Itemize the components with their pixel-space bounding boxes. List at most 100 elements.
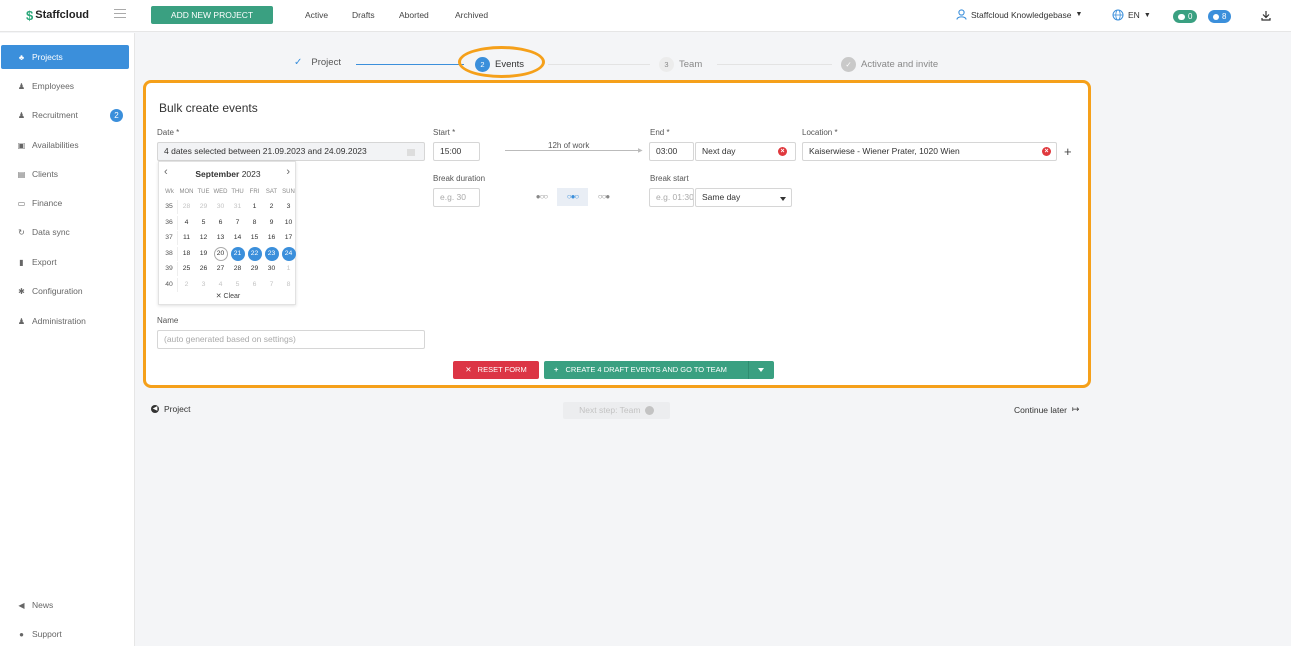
calendar-day[interactable]: 13 (212, 231, 229, 245)
user-menu[interactable]: Staffcloud Knowledgebase ▼ (956, 9, 1082, 20)
calendar-day[interactable]: 21 (230, 246, 245, 261)
calendar-day[interactable]: 9 (263, 216, 280, 230)
sidebar-item-export[interactable]: ▮ Export (1, 250, 129, 274)
break-toggle-middle[interactable]: ○●○ (557, 188, 588, 206)
add-location-icon[interactable]: + (1064, 144, 1072, 159)
sidebar-item-administration[interactable]: ♟ Administration (1, 309, 129, 333)
calendar-day[interactable]: 2 (178, 278, 195, 292)
nav-aborted[interactable]: Aborted (399, 10, 429, 20)
arrow-left-circle-icon: ◀ (151, 405, 159, 413)
hamburger-menu-icon[interactable] (114, 9, 126, 19)
break-toggle-end[interactable]: ○○● (588, 188, 619, 206)
download-icon[interactable] (1261, 10, 1271, 21)
calendar-day[interactable]: 30 (212, 200, 229, 214)
language-selector[interactable]: EN ▼ (1112, 9, 1151, 21)
calendar-day[interactable]: 28 (229, 262, 246, 276)
calendar-day[interactable]: 1 (280, 262, 297, 276)
calendar-day[interactable]: 6 (246, 278, 263, 292)
date-input[interactable]: 4 dates selected between 21.09.2023 and … (157, 142, 425, 161)
end-time-input[interactable]: 03:00 (649, 142, 694, 161)
add-new-project-button[interactable]: ADD NEW PROJECT (151, 6, 273, 24)
calendar-day[interactable]: 11 (178, 231, 195, 245)
calendar-day[interactable]: 17 (280, 231, 297, 245)
break-start-input[interactable]: e.g. 01:30 (649, 188, 694, 207)
calendar-day[interactable]: 27 (212, 262, 229, 276)
location-input[interactable]: Kaiserwiese - Wiener Prater, 1020 Wien (802, 142, 1057, 161)
sidebar-item-availabilities[interactable]: ▣ Availabilities (1, 133, 129, 157)
calendar-day[interactable]: 24 (281, 246, 296, 261)
calendar-day[interactable]: 4 (212, 278, 229, 292)
calendar-day[interactable]: 23 (264, 246, 279, 261)
calendar-day[interactable]: 3 (195, 278, 212, 292)
sidebar-item-label: Export (32, 257, 57, 267)
calendar-day[interactable]: 6 (212, 216, 229, 230)
calendar-week-row: 40 2 3 4 5 6 7 8 (161, 277, 297, 293)
break-position-toggle[interactable]: ●○○ ○●○ ○○● (526, 188, 619, 206)
calendar-clear-button[interactable]: ✕ Clear (159, 292, 297, 300)
back-to-project-link[interactable]: ◀ Project (151, 404, 190, 414)
sidebar-item-support[interactable]: ● Support (1, 622, 129, 646)
calendar-day[interactable]: 30 (263, 262, 280, 276)
calendar-day[interactable]: 29 (195, 200, 212, 214)
sidebar-item-recruitment[interactable]: ♟ Recruitment 2 (1, 103, 129, 127)
logo[interactable]: $ Staffcloud (26, 7, 89, 23)
calendar-day[interactable]: 1 (246, 200, 263, 214)
calendar-day[interactable]: 18 (178, 247, 195, 261)
step-project[interactable]: ✓ Project (294, 57, 341, 68)
calendar-day[interactable]: 5 (229, 278, 246, 292)
name-input[interactable]: (auto generated based on settings) (157, 330, 425, 349)
calendar-day[interactable]: 16 (263, 231, 280, 245)
reset-form-button[interactable]: ✕ RESET FORM (453, 361, 539, 379)
calendar-day[interactable]: 26 (195, 262, 212, 276)
calendar-day[interactable]: 28 (178, 200, 195, 214)
calendar-day[interactable]: 14 (229, 231, 246, 245)
clear-icon[interactable]: × (778, 147, 787, 156)
calendar-day[interactable]: 31 (229, 200, 246, 214)
break-duration-input[interactable]: e.g. 30 (433, 188, 480, 207)
calendar-day[interactable]: 2 (263, 200, 280, 214)
calendar-day[interactable]: 3 (280, 200, 297, 214)
sidebar-item-configuration[interactable]: ✱ Configuration (1, 279, 129, 303)
nav-active[interactable]: Active (305, 10, 328, 20)
clear-icon[interactable]: × (1042, 147, 1051, 156)
calendar-day[interactable]: 22 (247, 246, 262, 261)
sidebar-item-finance[interactable]: ▭ Finance (1, 191, 129, 215)
chevron-right-icon[interactable]: › (286, 166, 290, 178)
continue-later-link[interactable]: Continue later ↦ (1014, 404, 1079, 415)
sidebar-item-projects[interactable]: ♣ Projects (1, 45, 129, 69)
calendar-day[interactable]: 7 (263, 278, 280, 292)
calendar-day[interactable]: 15 (246, 231, 263, 245)
step-connector (717, 64, 832, 65)
step-team[interactable]: 3 Team (659, 57, 702, 72)
calendar-day[interactable]: 19 (195, 247, 212, 261)
sidebar-item-employees[interactable]: ♟ Employees (1, 74, 129, 98)
calendar-day[interactable]: 25 (178, 262, 195, 276)
break-toggle-start[interactable]: ●○○ (526, 188, 557, 206)
calendar-day[interactable]: 29 (246, 262, 263, 276)
calendar-day[interactable]: 7 (229, 216, 246, 230)
create-events-button[interactable]: + CREATE 4 DRAFT EVENTS AND GO TO TEAM (544, 361, 774, 379)
start-time-input[interactable]: 15:00 (433, 142, 480, 161)
nav-drafts[interactable]: Drafts (352, 10, 375, 20)
calendar-day[interactable]: 10 (280, 216, 297, 230)
sidebar-item-clients[interactable]: ▤ Clients (1, 162, 129, 186)
calendar-day[interactable]: 8 (246, 216, 263, 230)
calendar-day[interactable]: 20 (213, 246, 228, 261)
break-start-day-select[interactable]: Same day (695, 188, 792, 207)
calendar-day[interactable]: 5 (195, 216, 212, 230)
chat-counter[interactable]: 0 (1173, 10, 1198, 23)
calendar-day[interactable]: 4 (178, 216, 195, 230)
logo-icon: $ (26, 7, 34, 23)
calendar-day[interactable]: 12 (195, 231, 212, 245)
work-duration-hint: 12h of work (548, 141, 590, 150)
next-step-button[interactable]: Next step: Team (563, 402, 670, 419)
sidebar-item-data-sync[interactable]: ↻ Data sync (1, 220, 129, 244)
calendar-icon[interactable] (407, 149, 415, 156)
step-activate[interactable]: ✓ Activate and invite (841, 57, 938, 72)
calendar-day[interactable]: 8 (280, 278, 297, 292)
notification-counter[interactable]: 8 (1208, 10, 1232, 23)
sidebar-item-news[interactable]: ◀ News (1, 593, 129, 617)
nav-archived[interactable]: Archived (455, 10, 488, 20)
plus-icon: + (554, 365, 559, 374)
create-dropdown-toggle[interactable] (748, 361, 774, 379)
